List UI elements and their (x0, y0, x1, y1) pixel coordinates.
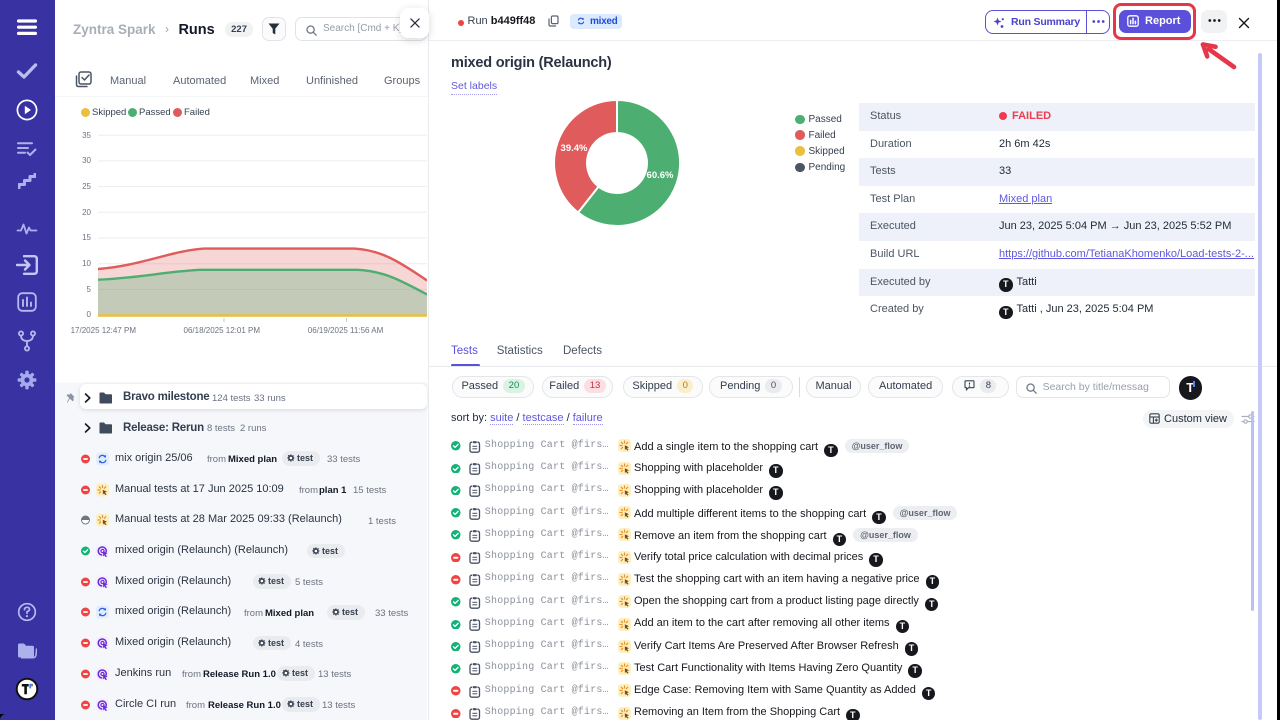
svg-text:39.4%: 39.4% (561, 143, 588, 154)
svg-text:60.6%: 60.6% (647, 170, 674, 181)
